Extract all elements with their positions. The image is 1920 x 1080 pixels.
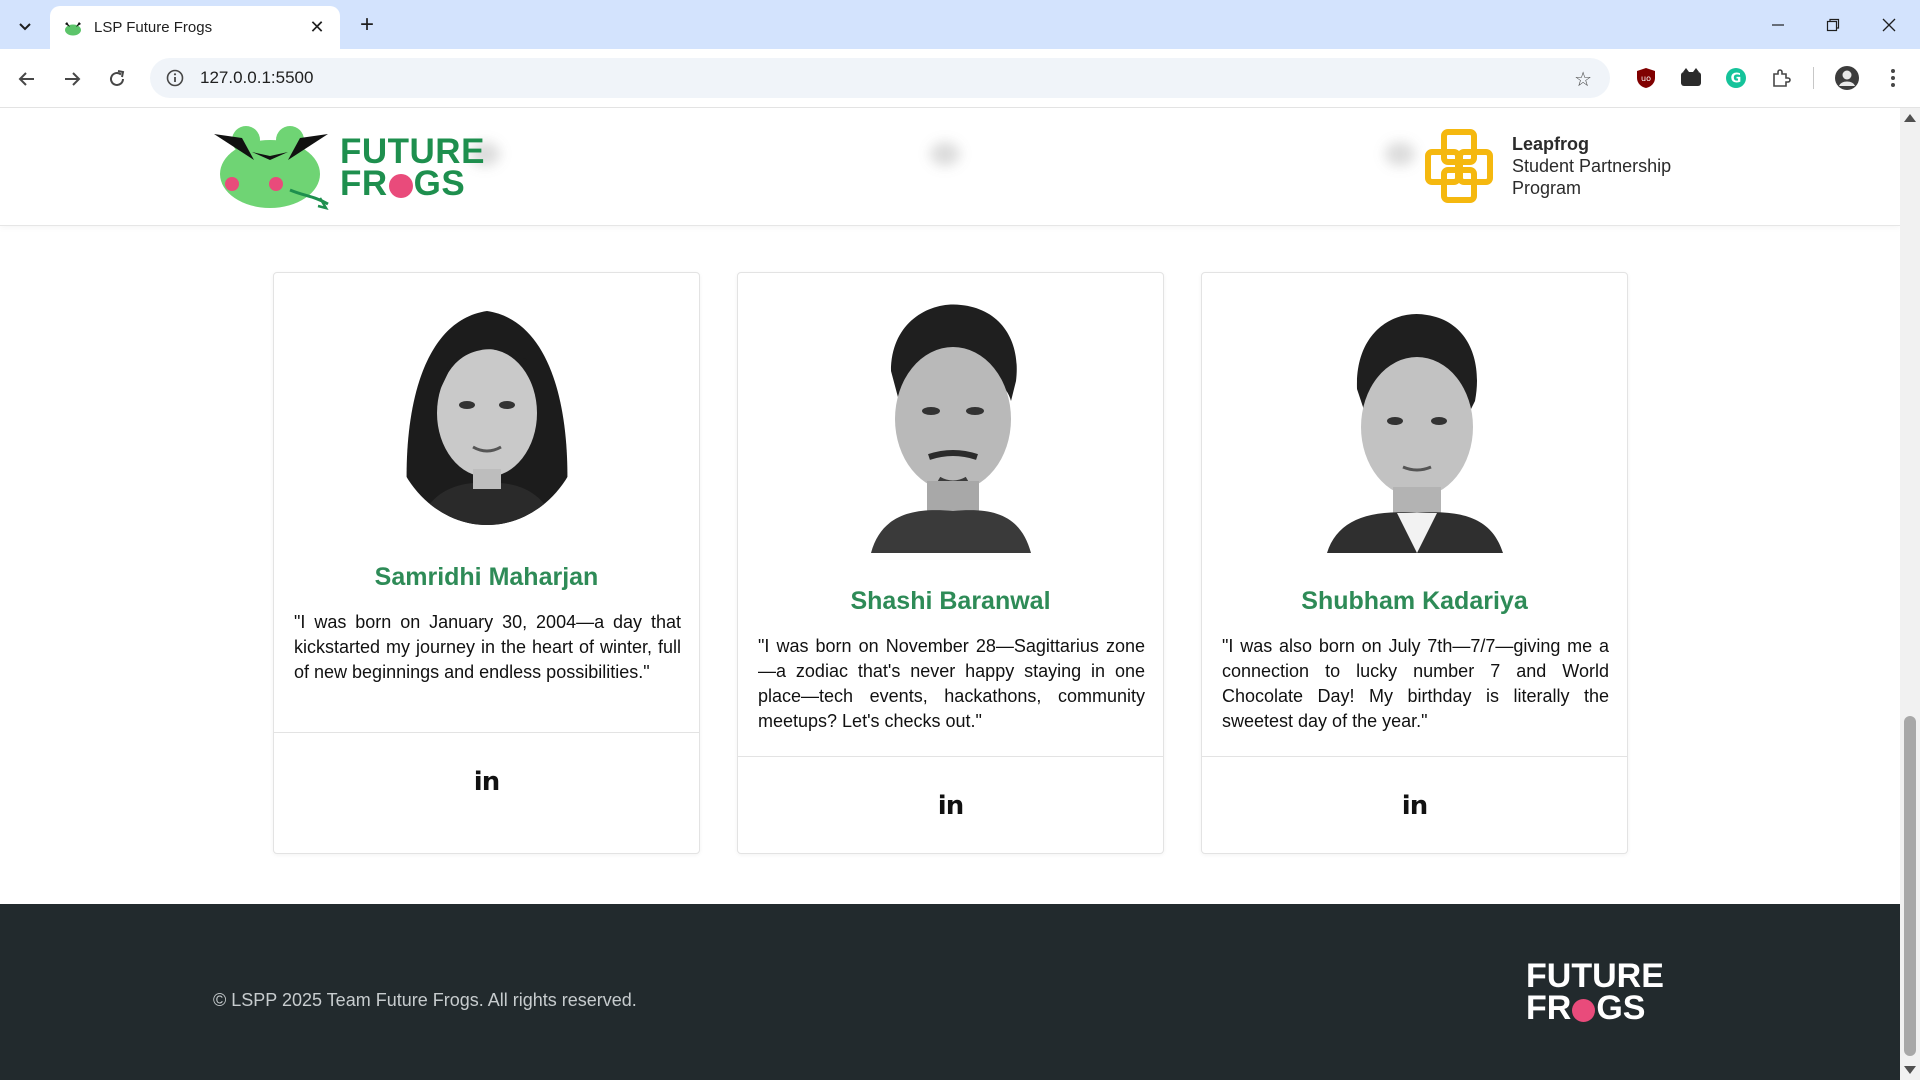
member-name: Shashi Baranwal <box>850 587 1051 615</box>
member-quote: "I was also born on July 7th—7/7—giving … <box>1222 636 1609 731</box>
member-photo <box>870 301 1031 553</box>
grammarly-icon[interactable]: G <box>1723 65 1749 91</box>
leapfrog-knot-icon <box>1425 129 1493 203</box>
linkedin-icon[interactable]: in <box>474 767 500 797</box>
linkedin-icon[interactable]: in <box>938 791 964 821</box>
member-quote: "I was born on January 30, 2004—a day th… <box>294 612 681 682</box>
more-vert-icon[interactable] <box>1880 65 1906 91</box>
card-divider <box>738 756 1163 757</box>
member-quote: "I was born on November 28—Sagittarius z… <box>758 636 1145 731</box>
logo-o-dot <box>388 174 413 198</box>
logo-wordmark: FUTURE FR GS <box>340 132 485 203</box>
profile-avatar-icon[interactable] <box>1834 65 1860 91</box>
restore-icon[interactable] <box>1813 10 1853 40</box>
browser-tabstrip: LSP Future Frogs ✕ + <box>0 0 1920 49</box>
scroll-up-arrow-icon[interactable] <box>1904 114 1916 122</box>
site-header: FUTURE FR GS Leapfrog Student Partnership… <box>0 108 1900 226</box>
future-frogs-logo[interactable]: FUTURE FR GS <box>212 126 485 210</box>
site-footer: © LSPP 2025 Team Future Frogs. All right… <box>0 904 1900 1080</box>
member-name: Samridhi Maharjan <box>374 563 599 591</box>
member-name: Shubham Kadariya <box>1301 587 1528 615</box>
extension-cat-icon[interactable] <box>1678 65 1704 91</box>
page-scrollbar[interactable] <box>1900 108 1920 1080</box>
star-icon[interactable]: ☆ <box>1574 67 1592 92</box>
page-viewport: FUTURE FR GS Leapfrog Student Partnership… <box>0 108 1900 1080</box>
blurred-decoration <box>1385 142 1415 166</box>
back-icon[interactable] <box>11 63 43 95</box>
leapfrog-wordmark: Leapfrog Student Partnership Program <box>1512 134 1672 198</box>
reload-icon[interactable] <box>101 63 133 95</box>
blurred-decoration <box>930 142 960 166</box>
ublock-icon[interactable]: uo <box>1633 65 1659 91</box>
plus-icon[interactable]: + <box>352 10 382 40</box>
leapfrog-logo[interactable]: Leapfrog Student Partnership Program <box>1420 126 1671 206</box>
footer-logo[interactable]: FUTURE FR GS <box>1526 959 1664 1025</box>
forward-icon[interactable] <box>56 63 88 95</box>
site-info-icon[interactable] <box>164 67 186 89</box>
frog-mascot-icon <box>214 126 329 210</box>
browser-tab[interactable]: LSP Future Frogs ✕ <box>50 6 340 49</box>
svg-text:G: G <box>1731 72 1742 87</box>
logo-o-dot <box>1572 999 1596 1022</box>
footer-copyright: © LSPP 2025 Team Future Frogs. All right… <box>213 990 637 1010</box>
card-divider <box>1202 756 1627 757</box>
close-icon[interactable]: ✕ <box>306 17 328 38</box>
linkedin-icon[interactable]: in <box>1402 791 1428 821</box>
member-card: Samridhi Maharjan "I was born on January… <box>273 272 700 854</box>
tab-list-icon[interactable] <box>10 11 40 41</box>
toolbar-divider <box>1813 67 1814 89</box>
puzzle-icon[interactable] <box>1768 65 1794 91</box>
scroll-down-arrow-icon[interactable] <box>1904 1066 1916 1074</box>
team-cards: Samridhi Maharjan "I was born on January… <box>273 272 1629 854</box>
svg-text:uo: uo <box>1641 74 1651 83</box>
scrollbar-thumb[interactable] <box>1904 716 1916 1056</box>
member-card: Shashi Baranwal "I was born on November … <box>737 272 1164 854</box>
card-divider <box>274 732 699 733</box>
minimize-icon[interactable] <box>1758 10 1798 40</box>
member-photo <box>388 301 585 525</box>
address-bar[interactable]: 127.0.0.1:5500 ☆ <box>150 58 1610 98</box>
browser-toolbar: 127.0.0.1:5500 ☆ uo G <box>0 49 1920 108</box>
url-text: 127.0.0.1:5500 <box>200 68 314 87</box>
tab-title: LSP Future Frogs <box>94 19 213 36</box>
member-photo <box>1326 309 1503 553</box>
member-card: Shubham Kadariya "I was also born on Jul… <box>1201 272 1628 854</box>
window-close-icon[interactable] <box>1869 10 1909 40</box>
frog-favicon-icon <box>64 19 82 37</box>
